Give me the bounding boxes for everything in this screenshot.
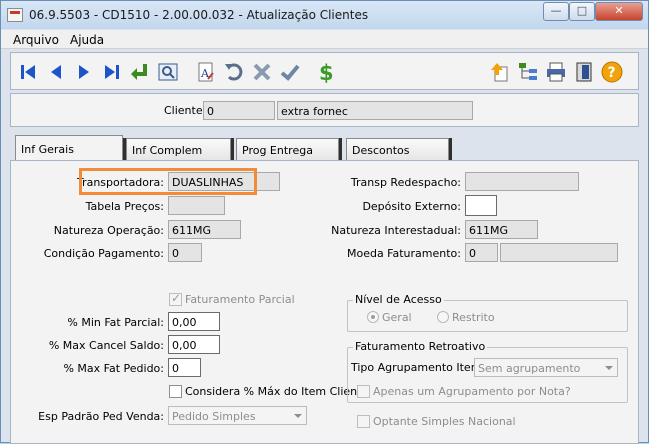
client-name-field[interactable]: extra fornec: [277, 101, 473, 120]
condicao-pagamento-label: Condição Pagamento:: [43, 247, 164, 260]
client-panel: Cliente: 0 extra fornec: [10, 93, 639, 127]
considera-pct-label: Considera % Máx do Item Cliente: [185, 385, 369, 398]
transportadora-highlight: [79, 168, 257, 195]
esp-padrao-select[interactable]: Pedido Simples: [168, 406, 307, 425]
app-window: 06.9.5503 - CD1510 - 2.00.00.032 - Atual…: [0, 0, 649, 444]
tab-descontos[interactable]: Descontos: [346, 138, 449, 160]
navigate-up-icon[interactable]: [489, 61, 511, 83]
first-record-icon[interactable]: [17, 61, 39, 83]
client-label: Cliente:: [164, 104, 207, 117]
faturamento-parcial-label: Faturamento Parcial: [185, 293, 295, 306]
apenas-um-agrupamento-label: Apenas um Agrupamento por Nota?: [373, 385, 571, 398]
minimize-button[interactable]: —: [543, 2, 569, 21]
moeda-faturamento-desc-field[interactable]: [500, 243, 618, 262]
tabela-precos-field[interactable]: [168, 196, 225, 215]
natureza-interestadual-field[interactable]: 611MG: [465, 220, 538, 239]
tipo-agrupamento-label: Tipo Agrupamento Itens:: [351, 361, 488, 374]
moeda-faturamento-label: Moeda Faturamento:: [346, 247, 461, 260]
condicao-pagamento-field[interactable]: 0: [168, 243, 202, 262]
tipo-agrupamento-value: Sem agrupamento: [478, 362, 581, 375]
font-edit-icon[interactable]: A: [195, 61, 217, 83]
confirm-icon[interactable]: [279, 61, 301, 83]
deposito-externo-label: Depósito Externo:: [362, 200, 461, 213]
natureza-operacao-label: Natureza Operação:: [53, 224, 164, 237]
esp-padrao-value: Pedido Simples: [172, 410, 256, 423]
hierarchy-icon[interactable]: [517, 61, 539, 83]
transp-redespacho-label: Transp Redespacho:: [350, 176, 461, 189]
apenas-um-agrupamento-checkbox[interactable]: [357, 385, 370, 398]
delete-icon[interactable]: [251, 61, 273, 83]
menu-ajuda[interactable]: Ajuda: [70, 33, 104, 47]
faturamento-retroativo-title: Faturamento Retroativo: [353, 340, 488, 353]
svg-text:?: ?: [608, 65, 616, 81]
toolbar: A $ ?: [10, 52, 639, 90]
chevron-down-icon: [605, 366, 613, 370]
close-button[interactable]: ✕: [595, 2, 643, 21]
considera-pct-checkbox[interactable]: [169, 385, 182, 398]
pct-max-fat-pedido-label: % Max Fat Pedido:: [63, 362, 164, 375]
pct-min-fat-parcial-label: % Min Fat Parcial:: [67, 316, 164, 329]
chevron-down-icon: [294, 414, 302, 418]
menu-arquivo[interactable]: Arquivo: [13, 33, 59, 47]
last-record-icon[interactable]: [101, 61, 123, 83]
tabela-precos-label: Tabela Preços:: [85, 200, 164, 213]
nivel-acesso-restrito-radio[interactable]: [437, 311, 449, 323]
nivel-acesso-geral-label: Geral: [382, 311, 412, 324]
next-record-icon[interactable]: [73, 61, 95, 83]
svg-text:$: $: [319, 61, 334, 84]
faturamento-parcial-checkbox[interactable]: [169, 291, 182, 306]
moeda-faturamento-code-field[interactable]: 0: [465, 243, 498, 262]
nivel-acesso-title: Nível de Acesso: [353, 293, 444, 306]
help-icon[interactable]: ?: [601, 61, 623, 83]
previous-record-icon[interactable]: [45, 61, 67, 83]
undo-icon[interactable]: [223, 61, 245, 83]
optante-simples-checkbox[interactable]: [357, 415, 370, 428]
title-bar: 06.9.5503 - CD1510 - 2.00.00.032 - Atual…: [1, 1, 648, 29]
window-title: 06.9.5503 - CD1510 - 2.00.00.032 - Atual…: [29, 8, 369, 22]
exit-door-icon[interactable]: [573, 61, 595, 83]
nivel-acesso-restrito-label: Restrito: [452, 311, 495, 324]
dollar-icon[interactable]: $: [315, 61, 337, 84]
natureza-operacao-field[interactable]: 611MG: [168, 220, 241, 239]
transp-redespacho-field[interactable]: [465, 172, 579, 191]
menu-bar: Arquivo Ajuda: [1, 30, 648, 49]
esp-padrao-label: Esp Padrão Ped Venda:: [38, 410, 164, 423]
tab-inf-gerais[interactable]: Inf Gerais: [15, 135, 123, 161]
search-record-icon[interactable]: [157, 61, 179, 83]
deposito-externo-field[interactable]: [465, 195, 497, 216]
pct-max-cancel-saldo-field[interactable]: 0,00: [168, 335, 220, 354]
return-icon[interactable]: [129, 61, 151, 83]
print-icon[interactable]: [545, 61, 567, 83]
pct-max-cancel-saldo-label: % Max Cancel Saldo:: [48, 339, 164, 352]
tab-inf-complem[interactable]: Inf Complem: [126, 138, 231, 160]
tab-prog-entrega[interactable]: Prog Entrega: [236, 138, 339, 160]
tipo-agrupamento-select[interactable]: Sem agrupamento: [474, 358, 618, 377]
natureza-interestadual-label: Natureza Interestadual:: [331, 224, 461, 237]
pct-min-fat-parcial-field[interactable]: 0,00: [168, 312, 220, 331]
app-icon: [7, 8, 23, 22]
client-code-field[interactable]: 0: [203, 101, 275, 120]
optante-simples-label: Optante Simples Nacional: [373, 415, 516, 428]
nivel-acesso-geral-radio[interactable]: [367, 311, 379, 323]
maximize-button[interactable]: □: [569, 2, 595, 21]
pct-max-fat-pedido-field[interactable]: 0: [168, 358, 201, 377]
